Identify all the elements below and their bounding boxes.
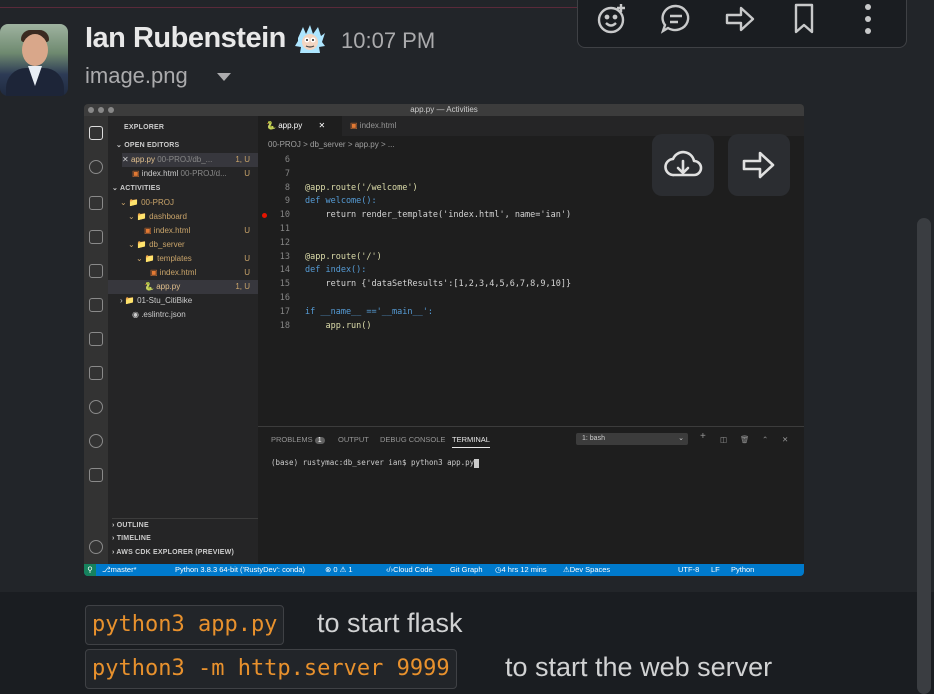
breakpoint-icon[interactable] (262, 213, 267, 219)
terminal-output[interactable]: (base) rustymac:db_server ian$ python3 a… (271, 458, 480, 468)
message-text-line: to start flask (317, 608, 463, 638)
tree-item[interactable]: ⌄ 📁 00-PROJ (120, 196, 270, 210)
message-actions-toolbar (577, 0, 907, 48)
reply-in-thread-icon[interactable] (658, 1, 694, 37)
tab-output[interactable]: OUTPUT (338, 435, 369, 444)
status-bar: ⚲ ⎇ master* Python 3.8.3 64-bit ('RustyD… (84, 564, 804, 576)
tab-index-html[interactable]: ▣ index.html (342, 116, 404, 136)
tree-item[interactable]: ⌄ 📁 dashboard (128, 210, 278, 224)
eol-status[interactable]: LF (711, 564, 720, 576)
attached-screenshot[interactable]: app.py — Activities EXPLORER ⌄ OPEN EDIT… (84, 104, 804, 576)
breadcrumb[interactable]: 00-PROJ > db_server > app.py > ... (268, 140, 395, 149)
cloud-code-status[interactable]: ‹/› Cloud Code (386, 564, 433, 576)
dev-spaces-status[interactable]: ⚠ Dev Spaces (563, 564, 610, 576)
add-reaction-icon[interactable] (594, 1, 630, 37)
git-graph-status[interactable]: Git Graph (450, 564, 483, 576)
trash-icon[interactable]: 🗑 (740, 435, 750, 444)
share-icon[interactable] (728, 134, 790, 196)
add-terminal-icon[interactable]: + (700, 431, 706, 442)
tree-item-active[interactable]: 🐍 app.py 1, U (108, 280, 258, 294)
tab-terminal[interactable]: TERMINAL (452, 435, 490, 448)
open-editors-header[interactable]: ⌄ OPEN EDITORS (116, 139, 266, 153)
vscode-titlebar: app.py — Activities (84, 104, 804, 116)
download-icon[interactable] (652, 134, 714, 196)
problems-status[interactable]: ⊗ 0 ⚠ 1 (325, 564, 353, 576)
bookmark-icon[interactable] (786, 1, 822, 37)
outline-header[interactable]: › OUTLINE (112, 518, 262, 532)
close-panel-icon[interactable]: ✕ (782, 435, 788, 444)
code-editor[interactable]: 🐍 app.py ✕ ▣ index.html 00-PROJ > db_ser… (258, 116, 804, 426)
chevron-down-icon[interactable] (217, 73, 231, 81)
tree-item[interactable]: ⌄ 📁 db_server (128, 238, 278, 252)
branch-status[interactable]: ⎇ master* (102, 564, 137, 576)
inline-code: python3 app.py (85, 605, 285, 645)
timer-status[interactable]: ◷ 4 hrs 12 mins (495, 564, 547, 576)
message-text: python3 app.py to start flask python3 -m… (0, 592, 934, 694)
divider (0, 0, 580, 8)
shell-select[interactable]: 1: bash ⌄ (576, 433, 688, 445)
open-editor-item[interactable]: ✕ app.py 00-PROJ/db_... 1, U (122, 153, 272, 167)
split-terminal-icon[interactable]: ◫ (720, 435, 727, 444)
message-text-line: to start the web server (505, 652, 773, 682)
tab-problems[interactable]: PROBLEMS 1 (271, 435, 325, 444)
timestamp[interactable]: 10:07 PM (341, 28, 435, 54)
explorer-title: EXPLORER (124, 124, 165, 131)
attachment-filename[interactable]: image.png (85, 63, 188, 89)
maximize-panel-icon[interactable]: ⌃ (762, 435, 768, 444)
aws-explorer-header[interactable]: › AWS CDK EXPLORER (PREVIEW) (112, 546, 262, 560)
editor-tabs: 🐍 app.py ✕ ▣ index.html (258, 116, 804, 136)
inline-code: python3 -m http.server 9999 (85, 649, 457, 689)
tab-app-py[interactable]: 🐍 app.py ✕ (258, 116, 342, 136)
remote-icon[interactable]: ⚲ (84, 564, 96, 576)
activities-header[interactable]: ⌄ ACTIVITIES (112, 182, 262, 196)
explorer-sidebar: EXPLORER ⌄ OPEN EDITORS ✕ app.py 00-PROJ… (108, 116, 272, 564)
window-title: app.py — Activities (410, 105, 478, 114)
rick-emoji-icon (295, 25, 325, 53)
python-interpreter[interactable]: Python 3.8.3 64-bit ('RustyDev': conda) (175, 564, 305, 576)
share-icon[interactable] (722, 1, 758, 37)
activity-bar (84, 116, 108, 564)
encoding-status[interactable]: UTF-8 (678, 564, 699, 576)
bottom-panel: PROBLEMS 1 OUTPUT DEBUG CONSOLE TERMINAL… (258, 426, 804, 564)
timeline-header[interactable]: › TIMELINE (112, 532, 262, 546)
scrollbar[interactable] (917, 218, 931, 694)
language-status[interactable]: Python (731, 564, 754, 576)
avatar[interactable] (0, 24, 68, 96)
author-name[interactable]: Ian Rubenstein (85, 22, 286, 55)
tree-item[interactable]: › 📁 01-Stu_CitiBike (120, 294, 270, 308)
more-actions-icon[interactable] (850, 1, 886, 37)
tab-debug-console[interactable]: DEBUG CONSOLE (380, 435, 445, 444)
